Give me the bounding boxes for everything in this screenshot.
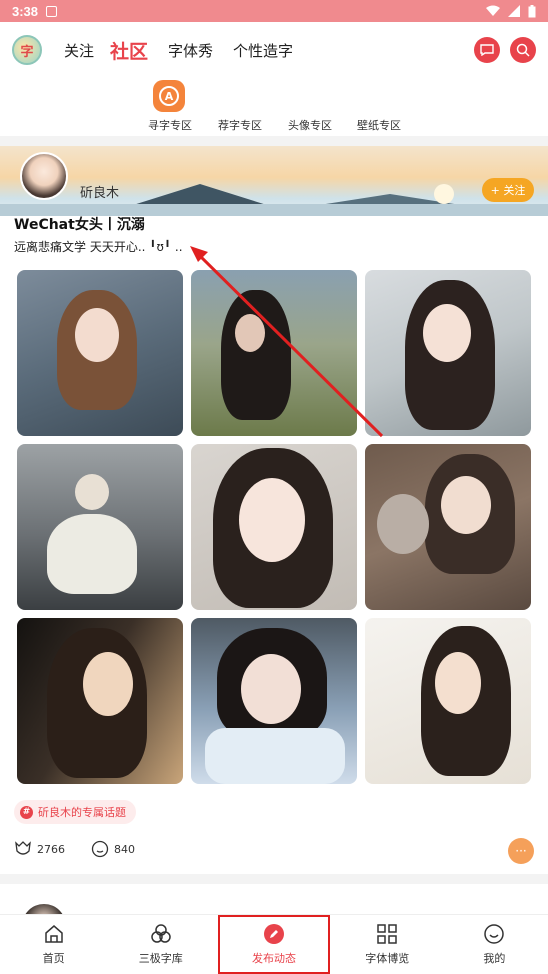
app-logo[interactable]: 字 <box>12 35 42 65</box>
top-nav-actions <box>474 37 536 63</box>
signal-icon <box>508 5 520 17</box>
follow-button[interactable]: + 关注 <box>482 178 534 202</box>
post-photo[interactable] <box>365 270 531 436</box>
zone-avatar[interactable]: 头像专区 <box>288 117 332 133</box>
post-photo[interactable] <box>191 444 357 610</box>
hashtag-icon: # <box>20 805 33 819</box>
top-nav: 字 关注 社区 字体秀 个性造字 <box>0 22 548 78</box>
nav-publish[interactable]: 发布动态 <box>218 915 330 974</box>
tab-community[interactable]: 社区 <box>110 37 148 64</box>
tab-following[interactable]: 关注 <box>64 40 94 61</box>
comment-count: 840 <box>114 842 135 856</box>
more-button[interactable]: ··· <box>508 838 534 864</box>
avatar[interactable] <box>20 152 68 200</box>
post-photo[interactable] <box>365 618 531 784</box>
circles-icon <box>151 924 171 943</box>
home-icon <box>44 925 63 943</box>
pencil-icon <box>264 924 284 944</box>
search-button[interactable] <box>510 37 536 63</box>
wifi-icon <box>486 5 500 16</box>
tab-font-show[interactable]: 字体秀 <box>168 40 213 61</box>
nav-home[interactable]: 首页 <box>0 915 107 974</box>
post-title: WeChat女头丨沉溺 <box>14 217 145 233</box>
comment-icon <box>91 840 109 858</box>
chat-icon <box>480 44 494 56</box>
like-button[interactable]: 2766 <box>14 841 65 857</box>
notification-icon <box>46 5 58 17</box>
post-subtitle: 远离悲痛文学 天天开心.. ╹ʊ╹ .. <box>14 240 183 254</box>
post-photo[interactable] <box>191 618 357 784</box>
post-photo[interactable] <box>17 444 183 610</box>
post-card: 斫良木 + 关注 WeChat女头丨沉溺 远离悲痛文学 天天开心.. ╹ʊ╹ .… <box>0 146 548 874</box>
status-icons <box>486 4 536 18</box>
topic-tag[interactable]: # 斫良木的专属话题 <box>14 800 136 824</box>
comment-button[interactable]: 840 <box>91 840 135 858</box>
post-photo[interactable] <box>17 618 183 784</box>
message-button[interactable] <box>474 37 500 63</box>
bottom-nav: 首页 三极字库 发布动态 字体博览 我的 <box>0 914 548 974</box>
post-photo[interactable] <box>365 444 531 610</box>
grid-icon <box>377 924 397 944</box>
nav-font-library-label: 三极字库 <box>138 952 183 965</box>
status-bar: 3:38 <box>0 0 548 22</box>
search-icon <box>516 43 530 57</box>
tab-custom-font[interactable]: 个性造字 <box>233 40 293 61</box>
like-icon <box>15 841 31 855</box>
battery-icon <box>528 4 536 17</box>
nav-font-expo-label: 字体博览 <box>365 952 410 965</box>
zone-find-font[interactable]: 寻字专区 <box>148 117 192 133</box>
post-photo[interactable] <box>17 270 183 436</box>
username[interactable]: 斫良木 <box>80 182 119 201</box>
nav-home-label: 首页 <box>42 952 65 965</box>
zone-tabs: A 寻字专区 荐字专区 头像专区 壁纸专区 <box>0 78 548 136</box>
zone-wallpaper[interactable]: 壁纸专区 <box>357 117 401 133</box>
topic-tag-label: 斫良木的专属话题 <box>38 806 126 819</box>
nav-font-expo[interactable]: 字体博览 <box>334 915 441 974</box>
post-stats: 2766 840 <box>14 840 161 858</box>
profile-banner <box>0 146 548 216</box>
like-count: 2766 <box>37 842 65 856</box>
clock: 3:38 <box>12 3 39 19</box>
smile-icon <box>484 924 505 944</box>
post-photo[interactable] <box>191 270 357 436</box>
zone-recommend-font[interactable]: 荐字专区 <box>218 117 262 133</box>
nav-profile[interactable]: 我的 <box>441 915 548 974</box>
find-font-icon[interactable]: A <box>153 80 185 112</box>
nav-profile-label: 我的 <box>483 952 506 965</box>
nav-font-library[interactable]: 三极字库 <box>107 915 214 974</box>
nav-publish-label: 发布动态 <box>252 952 296 965</box>
